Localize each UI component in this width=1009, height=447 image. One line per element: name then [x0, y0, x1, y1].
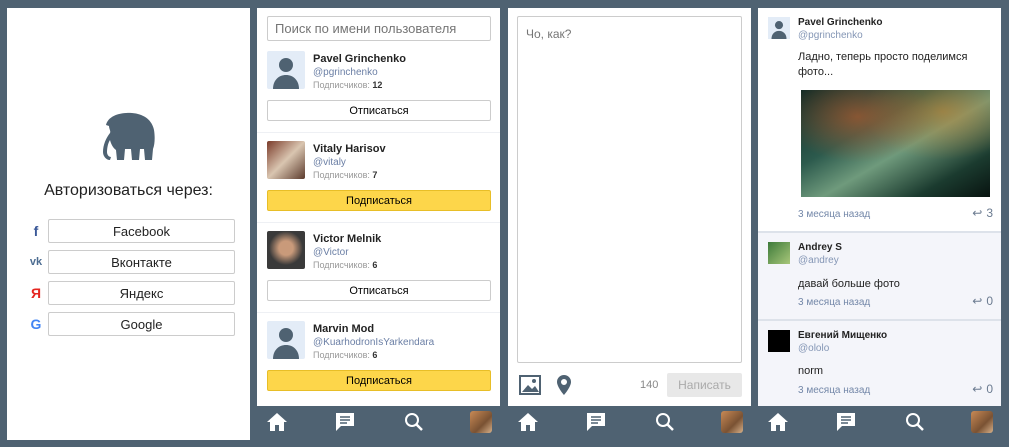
compose-textarea[interactable]: [517, 16, 742, 363]
home-icon[interactable]: [265, 410, 289, 434]
user-name[interactable]: Victor Melnik: [313, 233, 381, 245]
attach-image-icon[interactable]: [519, 375, 541, 395]
unfollow-button[interactable]: Отписаться: [267, 100, 491, 121]
followers-value: 6: [372, 260, 378, 270]
auth-panel: Авторизоваться через: f Facebook vk Вконта…: [7, 8, 250, 440]
profile-avatar[interactable]: [469, 411, 492, 433]
google-icon: G: [30, 316, 42, 332]
auth-title: Авторизоваться через:: [44, 182, 213, 199]
user-item: Victor Melnik @Victor Подписчиков: 6 Отп…: [257, 223, 500, 313]
reply-button[interactable]: ↩ 3: [972, 206, 993, 220]
user-name[interactable]: Pavel Grinchenko: [313, 53, 406, 65]
reply-icon: ↩: [972, 206, 983, 220]
user-item: Marvin Mod @KuarhodronIsYarkendara Подпи…: [257, 313, 500, 403]
search-icon[interactable]: [653, 410, 677, 434]
elephant-logo-icon: [103, 112, 155, 160]
reply-count: 0: [986, 294, 993, 308]
google-login-button[interactable]: Google: [48, 312, 235, 336]
followers-value: 12: [372, 80, 383, 90]
vk-login-button[interactable]: Вконтакте: [48, 250, 235, 274]
yandex-login-row: Я Яндекс: [23, 281, 235, 305]
user-name[interactable]: Marvin Mod: [313, 323, 374, 335]
char-counter: 140: [640, 379, 659, 391]
submit-button[interactable]: Написать: [667, 373, 742, 397]
post-photo[interactable]: [801, 90, 990, 197]
followers-count: Подписчиков: 6: [313, 350, 377, 360]
post-handle[interactable]: @ololo: [798, 343, 829, 354]
facebook-login-row: f Facebook: [23, 219, 235, 243]
profile-avatar[interactable]: [970, 411, 993, 433]
reply-button[interactable]: ↩ 0: [972, 294, 993, 308]
user-avatar: [768, 330, 790, 352]
home-icon[interactable]: [766, 410, 790, 434]
feed-post: Евгений Мищенко @ololo norm 3 месяца наз…: [758, 321, 1001, 406]
post-date[interactable]: 3 месяца назад: [798, 297, 870, 308]
followers-label: Подписчиков:: [313, 260, 370, 270]
user-name[interactable]: Vitaly Harisov: [313, 143, 386, 155]
profile-avatar[interactable]: [720, 411, 743, 433]
yandex-login-button[interactable]: Яндекс: [48, 281, 235, 305]
followers-label: Подписчиков:: [313, 80, 370, 90]
post-handle[interactable]: @pgrinchenko: [798, 30, 863, 41]
follow-button[interactable]: Подписаться: [267, 190, 491, 211]
messages-icon[interactable]: [584, 410, 608, 434]
yandex-icon: Я: [30, 285, 42, 301]
user-handle[interactable]: @vitaly: [313, 157, 346, 168]
reply-button[interactable]: ↩ 0: [972, 382, 993, 396]
feed-panel: Pavel Grinchenko @pgrinchenko Ладно, теп…: [758, 8, 1001, 406]
home-icon[interactable]: [516, 410, 540, 434]
post-date[interactable]: 3 месяца назад: [798, 385, 870, 396]
user-search-input[interactable]: [267, 16, 491, 41]
default-avatar-icon: [267, 321, 305, 359]
bottom-nav: [257, 406, 500, 438]
followers-count: Подписчиков: 12: [313, 80, 382, 90]
followers-label: Подписчиков:: [313, 350, 370, 360]
bottom-nav: [758, 406, 1001, 438]
search-icon[interactable]: [903, 410, 927, 434]
default-avatar-icon: [267, 51, 305, 89]
post-text: norm: [798, 365, 824, 377]
default-avatar-icon: [768, 17, 790, 39]
post-text: давай больше фото: [798, 278, 900, 290]
followers-count: Подписчиков: 7: [313, 170, 377, 180]
vk-icon: vk: [29, 256, 43, 268]
user-item: Pavel Grinchenko @pgrinchenko Подписчико…: [257, 43, 500, 133]
google-login-row: G Google: [23, 312, 235, 336]
reply-count: 0: [986, 382, 993, 396]
post-handle[interactable]: @andrey: [798, 255, 839, 266]
search-icon[interactable]: [402, 410, 426, 434]
user-handle[interactable]: @Victor: [313, 247, 349, 258]
followers-count: Подписчиков: 6: [313, 260, 377, 270]
user-avatar: [267, 231, 305, 269]
user-avatar: [267, 141, 305, 179]
reply-count: 3: [986, 206, 993, 220]
feed-post: Pavel Grinchenko @pgrinchenko Ладно, теп…: [758, 8, 1001, 233]
follow-button[interactable]: Подписаться: [267, 370, 491, 391]
followers-value: 7: [372, 170, 378, 180]
followers-value: 6: [372, 350, 378, 360]
reply-icon: ↩: [972, 382, 983, 396]
post-date[interactable]: 3 месяца назад: [798, 209, 870, 220]
unfollow-button[interactable]: Отписаться: [267, 280, 491, 301]
post-author[interactable]: Andrey S: [798, 242, 842, 253]
facebook-login-button[interactable]: Facebook: [48, 219, 235, 243]
reply-icon: ↩: [972, 294, 983, 308]
followers-label: Подписчиков:: [313, 170, 370, 180]
facebook-icon: f: [33, 223, 39, 239]
users-panel: Pavel Grinchenko @pgrinchenko Подписчико…: [257, 8, 500, 406]
post-text: Ладно, теперь просто поделимся фото...: [798, 51, 968, 78]
location-pin-icon[interactable]: [557, 375, 571, 395]
messages-icon[interactable]: [834, 410, 858, 434]
vk-login-row: vk Вконтакте: [23, 250, 235, 274]
user-item: Vitaly Harisov @vitaly Подписчиков: 7 По…: [257, 133, 500, 223]
post-author[interactable]: Pavel Grinchenko: [798, 17, 882, 28]
messages-icon[interactable]: [333, 410, 357, 434]
bottom-nav: [508, 406, 751, 438]
compose-panel: 140 Написать: [508, 8, 751, 406]
post-author[interactable]: Евгений Мищенко: [798, 330, 887, 341]
user-handle[interactable]: @pgrinchenko: [313, 67, 378, 78]
user-avatar: [768, 242, 790, 264]
feed-post: Andrey S @andrey давай больше фото 3 мес…: [758, 233, 1001, 321]
user-handle[interactable]: @KuarhodronIsYarkendara: [313, 337, 434, 348]
